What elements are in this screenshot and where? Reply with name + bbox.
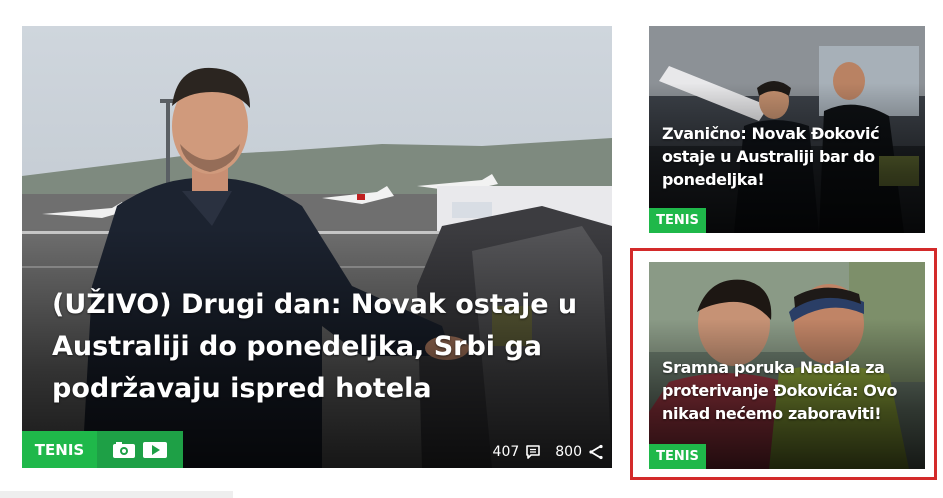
side-article-card[interactable]: Zvanično: Novak Đoković ostaje u Austral… <box>649 26 925 233</box>
comments-count: 407 <box>492 444 520 460</box>
featured-article-card[interactable]: (UŽIVO) Drugi dan: Novak ostaje u Austra… <box>22 26 612 468</box>
section-divider <box>0 491 233 498</box>
camera-icon <box>113 441 135 458</box>
category-tag[interactable]: TENIS <box>649 444 706 469</box>
category-tag[interactable]: TENIS <box>22 431 97 468</box>
side-article-headline[interactable]: Sramna poruka Nadala za proterivanje Đok… <box>662 356 915 425</box>
article-stats: 407 800 <box>493 444 604 460</box>
featured-headline[interactable]: (UŽIVO) Drugi dan: Novak ostaje u Austra… <box>52 284 602 410</box>
side-article-card[interactable]: Sramna poruka Nadala za proterivanje Đok… <box>649 262 925 469</box>
shares-count: 800 <box>555 444 582 460</box>
share-icon[interactable] <box>588 444 604 460</box>
play-icon <box>143 441 167 458</box>
media-badge <box>97 431 183 468</box>
comment-icon[interactable] <box>525 444 541 460</box>
category-tag[interactable]: TENIS <box>649 208 706 233</box>
side-article-headline[interactable]: Zvanično: Novak Đoković ostaje u Austral… <box>662 122 915 191</box>
